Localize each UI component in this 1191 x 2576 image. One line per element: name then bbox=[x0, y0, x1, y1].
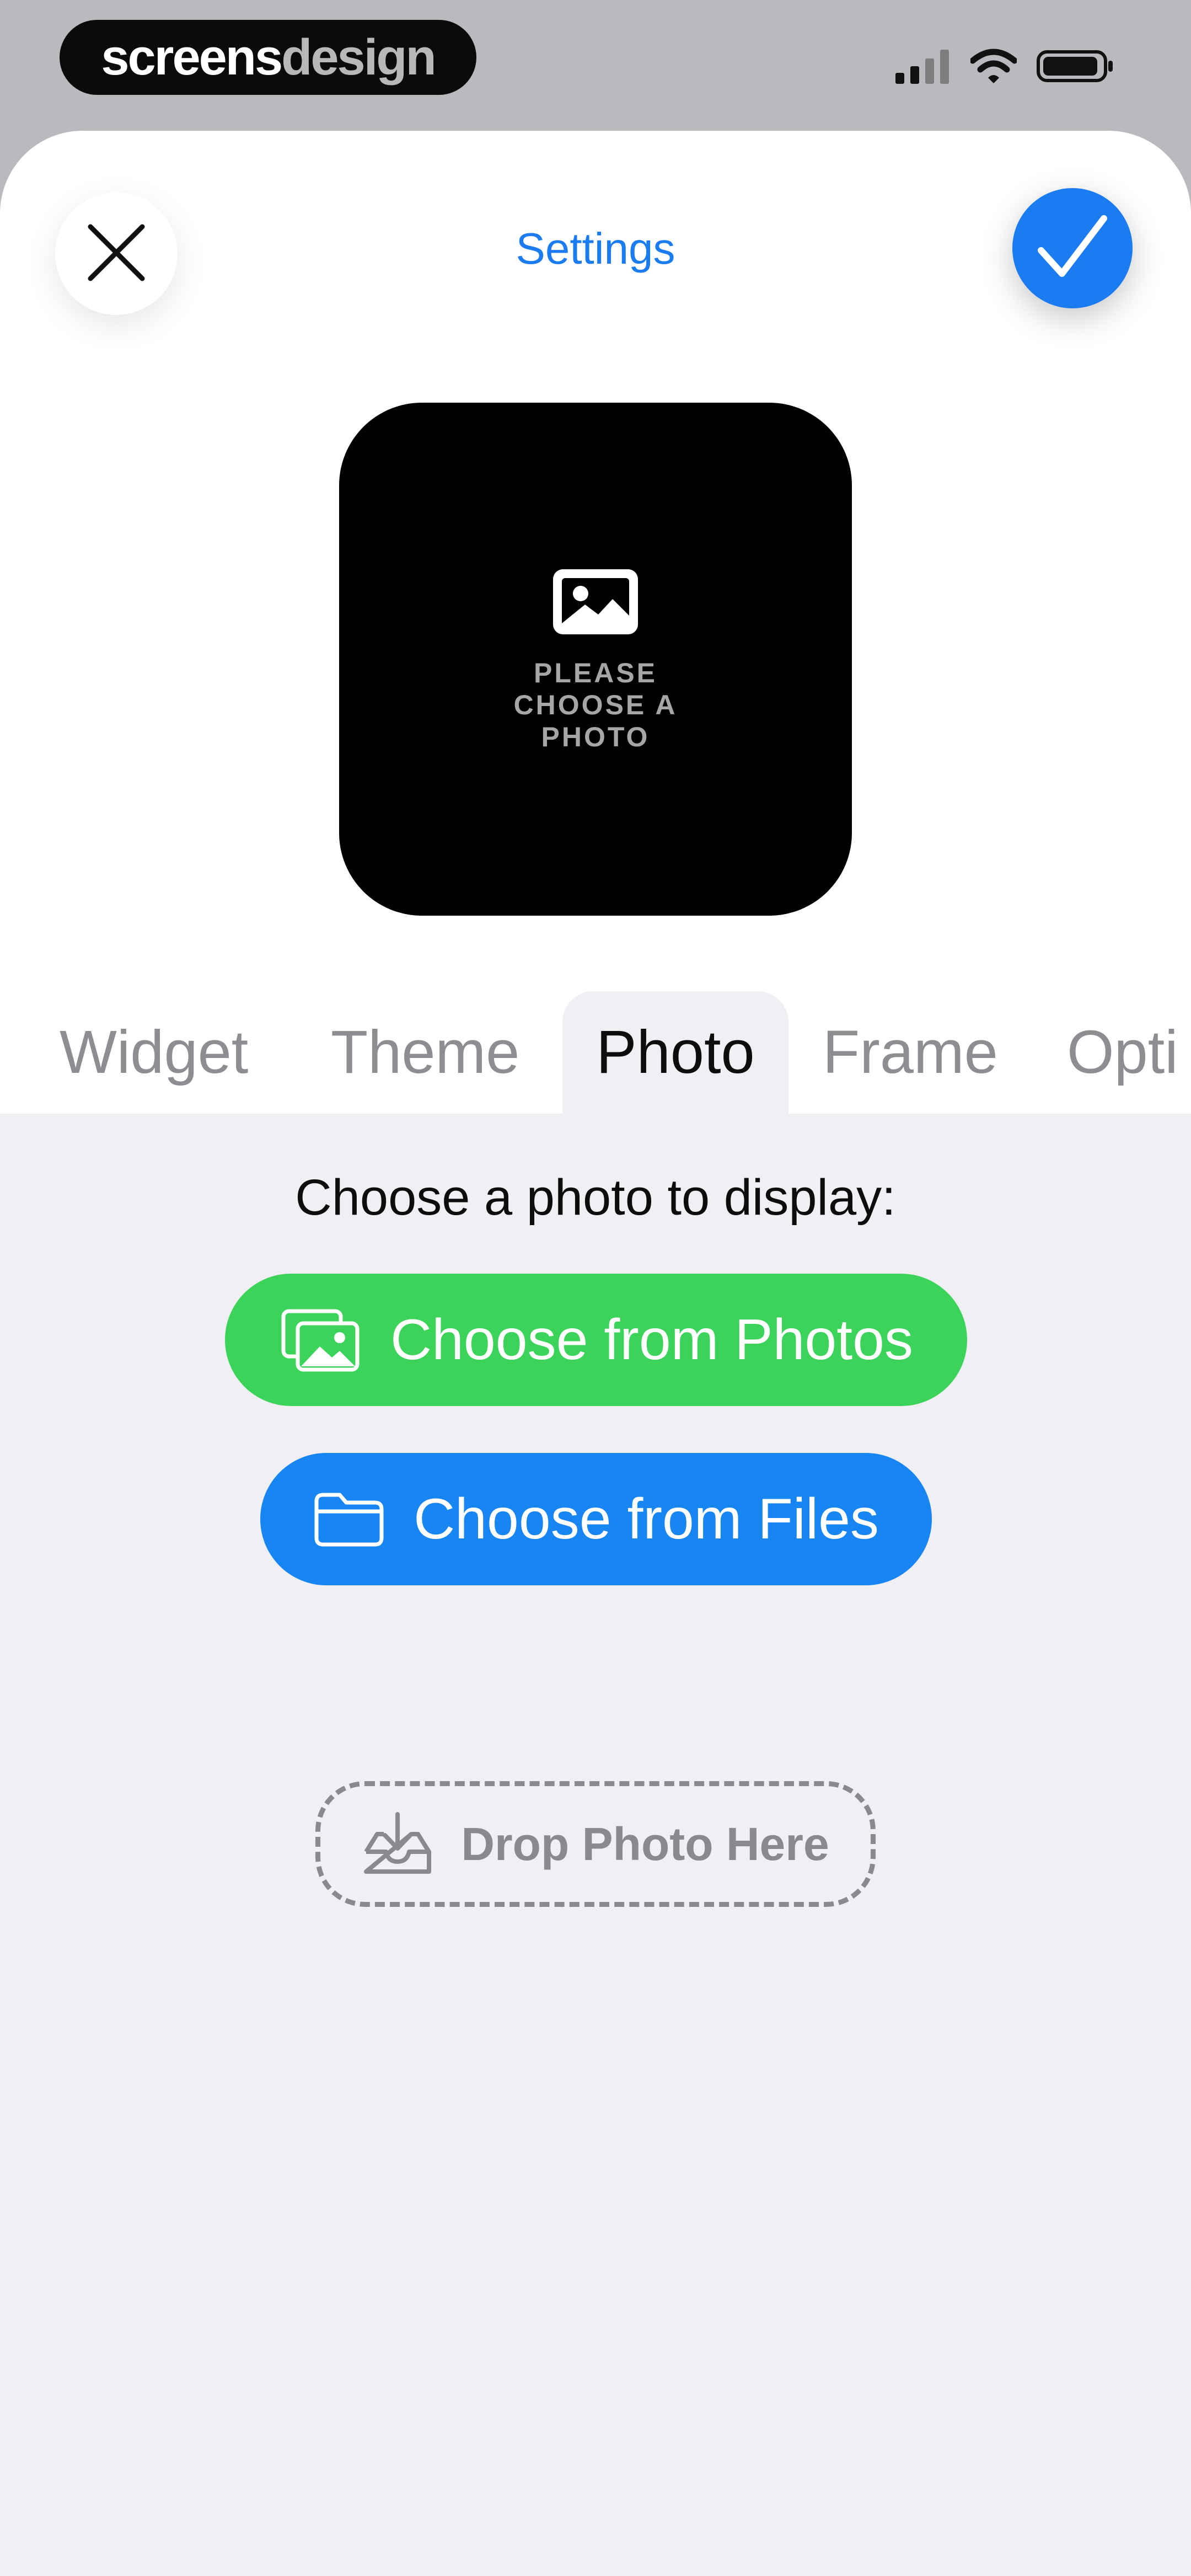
brand-logo: screens design bbox=[60, 20, 476, 95]
app-screen: screens design Settings PLEASE CHOOSE A … bbox=[0, 0, 1191, 2576]
signal-icon bbox=[895, 49, 951, 87]
tab-photo[interactable]: Photo bbox=[562, 991, 788, 1114]
photo-prompt: Choose a photo to display: bbox=[295, 1169, 896, 1226]
choose-from-files-label: Choose from Files bbox=[414, 1487, 879, 1551]
tab-bar: Widget Theme Photo Frame Opti bbox=[0, 991, 1191, 1114]
choose-from-photos-label: Choose from Photos bbox=[390, 1307, 914, 1372]
tab-widget[interactable]: Widget bbox=[60, 991, 248, 1114]
wifi-icon bbox=[969, 49, 1018, 87]
choose-from-photos-button[interactable]: Choose from Photos bbox=[225, 1274, 967, 1406]
drop-photo-zone[interactable]: Drop Photo Here bbox=[315, 1781, 876, 1907]
tray-download-icon bbox=[362, 1811, 433, 1877]
status-icons bbox=[895, 45, 1114, 89]
brand-primary: screens bbox=[101, 29, 283, 85]
brand-secondary: design bbox=[281, 29, 436, 85]
photo-panel: Choose a photo to display: Choose from P… bbox=[0, 1114, 1191, 2576]
confirm-button[interactable] bbox=[1012, 188, 1133, 308]
tab-options[interactable]: Opti bbox=[1067, 991, 1178, 1114]
checkmark-icon bbox=[1037, 214, 1108, 283]
folder-icon bbox=[313, 1490, 385, 1548]
tab-theme[interactable]: Theme bbox=[331, 991, 519, 1114]
image-icon bbox=[550, 566, 641, 640]
battery-icon bbox=[1037, 49, 1114, 87]
preview-placeholder-text: PLEASE CHOOSE A PHOTO bbox=[513, 657, 678, 752]
tab-frame[interactable]: Frame bbox=[823, 991, 998, 1114]
settings-sheet: Settings PLEASE CHOOSE A PHOTO Widget Th… bbox=[0, 131, 1191, 2576]
drop-photo-label: Drop Photo Here bbox=[461, 1818, 829, 1870]
widget-preview: PLEASE CHOOSE A PHOTO bbox=[339, 403, 852, 916]
choose-from-files-button[interactable]: Choose from Files bbox=[260, 1453, 932, 1585]
photos-icon bbox=[279, 1307, 362, 1373]
